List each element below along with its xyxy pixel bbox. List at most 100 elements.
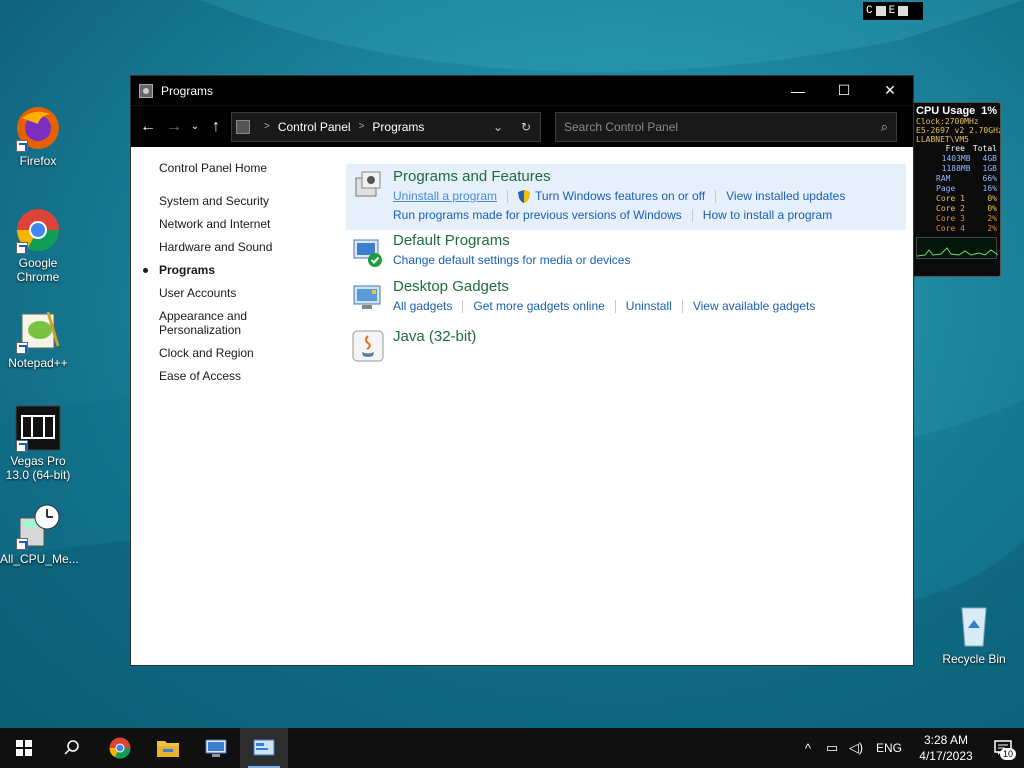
mini-toolbar: C E	[863, 2, 923, 20]
computer-network-icon	[205, 739, 227, 757]
desktop-icon-label: Google Chrome	[16, 256, 60, 284]
view-installed-updates-link[interactable]: View installed updates	[726, 187, 845, 205]
mini-square-icon	[898, 6, 909, 16]
back-arrow-icon[interactable]: ←	[135, 112, 161, 142]
breadcrumb-separator-icon[interactable]: >	[264, 121, 270, 132]
nav-system-security[interactable]: System and Security	[131, 194, 341, 208]
search-taskbar-button[interactable]	[48, 728, 96, 768]
taskbar-network-app[interactable]	[192, 728, 240, 768]
search-box[interactable]: ⌕	[555, 111, 897, 142]
gadget-clock: Clock:2700MHz	[916, 117, 979, 126]
breadcrumb-programs[interactable]: Programs	[372, 120, 424, 134]
search-input[interactable]	[564, 119, 881, 134]
desktop-gadgets-title[interactable]: Desktop Gadgets	[393, 278, 815, 296]
gadget-row-value: 0%	[987, 194, 997, 203]
action-center-button[interactable]: 10	[982, 728, 1024, 768]
forward-arrow-icon[interactable]: →	[161, 112, 187, 142]
search-icon[interactable]: ⌕	[881, 119, 888, 135]
uninstall-gadget-link[interactable]: Uninstall	[626, 297, 672, 315]
notification-count: 10	[999, 748, 1016, 760]
default-programs-section: Default Programs Change default settings…	[346, 232, 630, 269]
get-more-gadgets-link[interactable]: Get more gadgets online	[473, 297, 604, 315]
gadget-row-label: Core 3	[936, 214, 965, 223]
java-icon	[352, 330, 384, 362]
desktop-icon-label: Vegas Pro 13.0 (64-bit)	[5, 454, 71, 482]
nav-appearance-personalization[interactable]: Appearance and Personalization	[131, 309, 251, 337]
close-button[interactable]: ✕	[867, 76, 913, 105]
view-available-gadgets-link[interactable]: View available gadgets	[693, 297, 816, 315]
mini-c-label: C	[866, 5, 873, 17]
default-programs-icon	[353, 239, 382, 267]
breadcrumb-separator-icon[interactable]: >	[359, 121, 365, 132]
desktop-icon-vegas[interactable]: Vegas Pro 13.0 (64-bit)	[0, 404, 76, 482]
gadget-row-label: Page	[936, 184, 956, 193]
desktop-icon-label: Notepad++	[8, 356, 68, 370]
control-panel-home-link[interactable]: Control Panel Home	[131, 161, 341, 175]
chevron-down-icon[interactable]: ⌄	[484, 120, 512, 134]
uninstall-program-link[interactable]: Uninstall a program	[393, 187, 497, 205]
recycle-bin-icon	[950, 602, 998, 650]
gadget-row-value: 16%	[982, 184, 997, 193]
title-bar[interactable]: Programs — ☐ ✕	[131, 76, 913, 105]
desktop-icon-chrome[interactable]: Google Chrome	[0, 206, 76, 284]
all-gadgets-link[interactable]: All gadgets	[393, 297, 452, 315]
taskbar-file-explorer[interactable]	[144, 728, 192, 768]
navigation-bar: ← → ⌄ ↑ > Control Panel > Programs ⌄ ↻ ⌕	[131, 105, 913, 147]
nav-programs[interactable]: Programs	[131, 263, 341, 277]
taskbar-chrome[interactable]	[96, 728, 144, 768]
change-default-settings-link[interactable]: Change default settings for media or dev…	[393, 251, 630, 269]
control-panel-icon	[253, 739, 275, 756]
clock-date: 4/17/2023	[919, 749, 973, 763]
address-bar[interactable]: > Control Panel > Programs ⌄ ↻	[231, 111, 541, 142]
taskbar-control-panel[interactable]	[240, 728, 288, 768]
programs-features-section: Programs and Features Uninstall a progra…	[346, 164, 906, 230]
programs-features-title[interactable]: Programs and Features	[393, 168, 906, 186]
how-to-install-link[interactable]: How to install a program	[703, 206, 832, 224]
java-title[interactable]: Java (32-bit)	[393, 328, 476, 346]
nav-user-accounts[interactable]: User Accounts	[131, 286, 341, 300]
gadget-row-value: 2%	[987, 214, 997, 223]
language-indicator[interactable]: ENG	[868, 741, 910, 755]
clock[interactable]: 3:28 AM 4/17/2023	[910, 732, 982, 764]
refresh-icon[interactable]: ↻	[512, 120, 540, 134]
gadget-host: LLABNET\VM5	[916, 135, 969, 144]
chrome-icon	[109, 737, 131, 759]
desktop-icon-label: Recycle Bin	[942, 652, 1006, 666]
desktop-gadgets-section: Desktop Gadgets All gadgets Get more gad…	[346, 278, 815, 315]
nav-network-internet[interactable]: Network and Internet	[131, 217, 341, 231]
search-icon	[64, 740, 79, 755]
desktop-icon-firefox[interactable]: Firefox	[0, 104, 76, 168]
minimize-button[interactable]: —	[775, 76, 821, 105]
control-panel-icon	[236, 119, 250, 134]
up-arrow-icon[interactable]: ↑	[203, 112, 229, 142]
programs-box-icon	[355, 171, 381, 197]
recent-dropdown-icon[interactable]: ⌄	[187, 112, 203, 142]
maximize-button[interactable]: ☐	[821, 76, 867, 105]
mini-e-label: E	[888, 5, 896, 17]
windows-features-link[interactable]: Turn Windows features on or off	[535, 187, 705, 205]
gadget-graph	[916, 237, 999, 259]
desktop-icon-recycle-bin[interactable]: Recycle Bin	[936, 602, 1012, 666]
nav-ease-of-access[interactable]: Ease of Access	[131, 369, 341, 383]
content-area: Control Panel Home System and Security N…	[131, 148, 913, 665]
show-hidden-icons-chevron-up-icon[interactable]: ^	[796, 741, 820, 756]
start-button[interactable]	[0, 728, 48, 768]
nav-hardware-sound[interactable]: Hardware and Sound	[131, 240, 341, 254]
gadget-row-label: RAM	[936, 174, 951, 183]
desktop-icon-notepadpp[interactable]: Notepad++	[0, 306, 76, 370]
gadget-title: CPU Usage	[916, 105, 976, 117]
run-previous-versions-link[interactable]: Run programs made for previous versions …	[393, 206, 682, 224]
gadget-row-value: 0%	[987, 204, 997, 213]
desktop-gadgets-icon	[353, 285, 381, 309]
breadcrumb-control-panel[interactable]: Control Panel	[278, 120, 351, 134]
gadget-row-label: Core 4	[936, 224, 965, 233]
folder-icon	[157, 741, 179, 757]
desktop-icon-allcpu[interactable]: All_CPU_Me...	[0, 502, 79, 566]
desktop-icon-label: All_CPU_Me...	[0, 552, 79, 566]
nav-clock-region[interactable]: Clock and Region	[131, 346, 341, 360]
cpu-usage-gadget[interactable]: CPU Usage 1% Clock:2700MHz E5-2697 v2 2.7…	[912, 102, 1001, 277]
network-icon[interactable]: ▭	[820, 740, 844, 756]
volume-icon[interactable]: ◁)	[844, 740, 868, 756]
window-title: Programs	[161, 83, 214, 98]
default-programs-title[interactable]: Default Programs	[393, 232, 630, 250]
